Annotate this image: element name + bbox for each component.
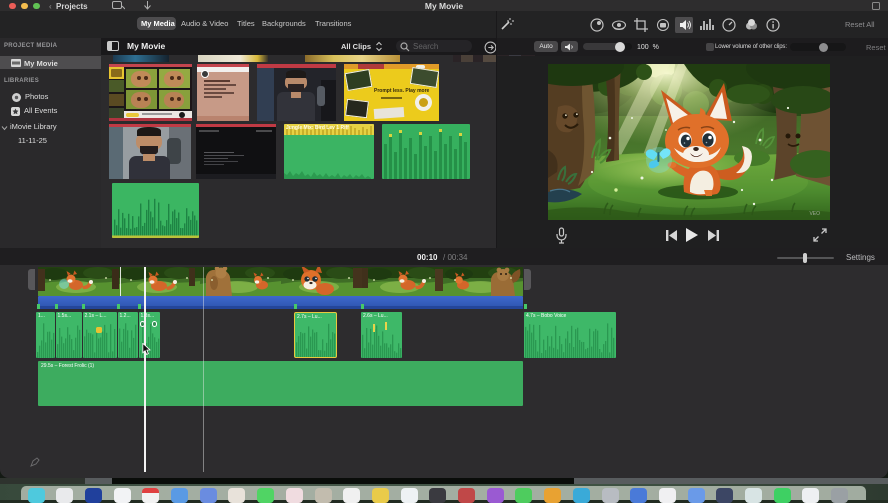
svg-text:VEO: VEO [809, 211, 820, 217]
